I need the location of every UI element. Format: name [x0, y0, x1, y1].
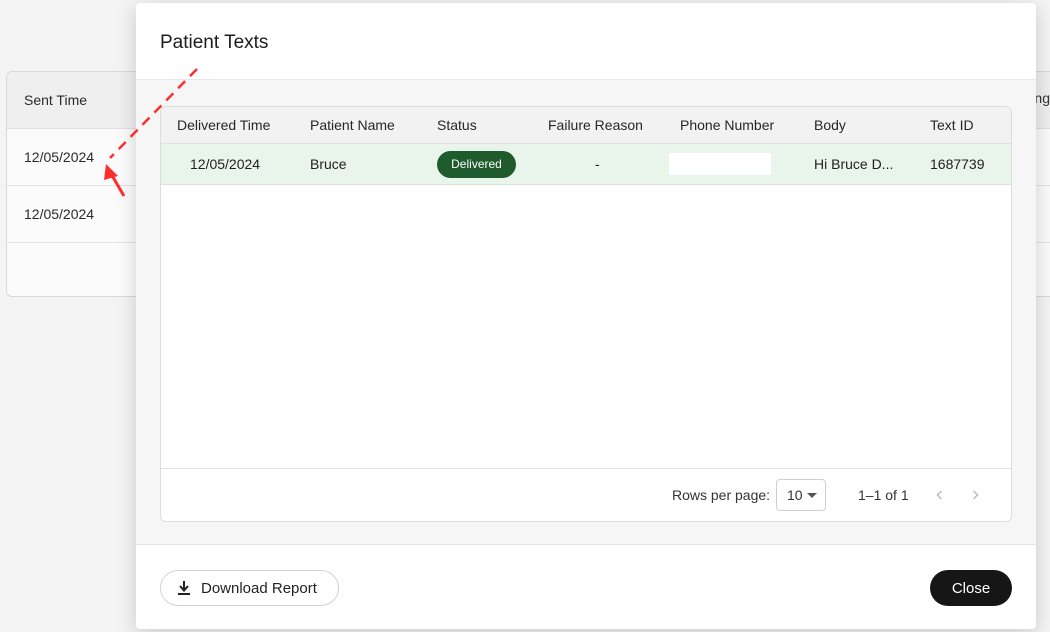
patient-texts-dialog: Patient Texts Delivered Time Patient Nam… [136, 3, 1036, 629]
rows-per-page-value: 10 [787, 487, 803, 503]
column-header-body[interactable]: Body [814, 107, 846, 143]
cell-delivered-time: 12/05/2024 [190, 156, 261, 172]
status-badge: Delivered [437, 150, 516, 178]
dialog-header: Patient Texts [136, 3, 1036, 80]
pagination-range: 1–1 of 1 [858, 487, 909, 503]
download-report-button[interactable]: Download Report [160, 570, 339, 606]
chevron-down-icon [807, 493, 817, 498]
close-button[interactable]: Close [930, 570, 1012, 606]
column-header-phone-number[interactable]: Phone Number [680, 107, 774, 143]
column-header-failure-reason[interactable]: Failure Reason [548, 107, 643, 143]
cell-patient-name: Bruce [310, 156, 347, 172]
chevron-right-icon [972, 490, 979, 500]
column-header-patient-name[interactable]: Patient Name [310, 107, 395, 143]
column-header-delivered-time[interactable]: Delivered Time [177, 107, 270, 143]
background-column-fragment: ng [1034, 90, 1050, 106]
chevron-left-icon [936, 490, 943, 500]
dialog-body: Delivered Time Patient Name Status Failu… [136, 80, 1036, 545]
dialog-title: Patient Texts [160, 32, 269, 53]
table-header: Delivered Time Patient Name Status Failu… [161, 107, 1011, 144]
column-header-text-id[interactable]: Text ID [930, 107, 974, 143]
rows-per-page-label: Rows per page: [672, 487, 771, 503]
download-report-label: Download Report [201, 579, 317, 597]
download-icon [178, 581, 190, 595]
phone-number-redacted [669, 153, 771, 175]
dialog-footer: Download Report Close [136, 545, 1036, 629]
table-row[interactable]: 12/05/2024 Bruce Delivered - Hi Bruce D.… [161, 144, 1011, 185]
cell-body: Hi Bruce D... [814, 156, 894, 172]
patient-texts-table: Delivered Time Patient Name Status Failu… [160, 106, 1012, 522]
next-page-button[interactable] [964, 484, 986, 506]
cell-failure-reason: - [595, 156, 600, 172]
cell-status: Delivered [437, 144, 516, 184]
previous-page-button[interactable] [929, 484, 951, 506]
column-header-status[interactable]: Status [437, 107, 477, 143]
cell-text-id: 1687739 [930, 156, 985, 172]
rows-per-page-select[interactable]: 10 [776, 479, 826, 511]
cell-phone-number [669, 144, 771, 184]
table-pagination: Rows per page: 10 1–1 of 1 [161, 468, 1011, 521]
